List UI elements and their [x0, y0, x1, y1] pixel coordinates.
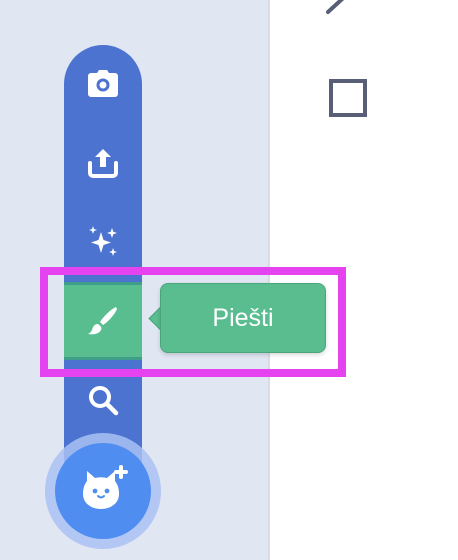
camera-button[interactable]: [64, 45, 142, 123]
upload-icon: [88, 149, 118, 178]
sprite-editor-screen: Piešti: [0, 0, 458, 560]
cat-plus-icon: [83, 465, 128, 509]
highlight-box: [40, 267, 346, 377]
line-tool-icon: [326, 0, 345, 14]
search-icon: [89, 386, 119, 416]
camera-icon: [88, 70, 118, 97]
rectangle-tool-button[interactable]: [324, 74, 372, 127]
choose-sprite-main-button[interactable]: [55, 443, 151, 539]
rectangle-tool-icon: [329, 79, 367, 117]
line-tool-button[interactable]: [322, 0, 362, 27]
surprise-sparkles-icon: [89, 226, 117, 256]
upload-button[interactable]: [64, 124, 142, 202]
